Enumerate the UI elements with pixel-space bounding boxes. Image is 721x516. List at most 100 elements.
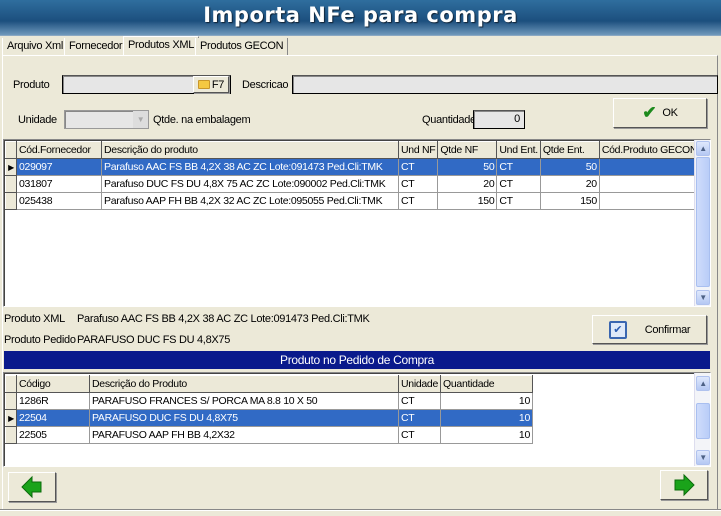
f7-label: F7 [211,78,225,91]
xml-grid-scrollbar[interactable]: ▲ ▼ [694,140,710,306]
descricao-input[interactable] [292,75,718,94]
row-pointer-icon: ▶ [5,409,17,427]
row-pointer-icon: ▶ [5,158,17,176]
table-row[interactable]: ▶ 029097 Parafuso AAC FS BB 4,2X 38 AC ZC… [5,158,701,176]
qtde-embalagem-label: Qtde. na embalagem [153,114,251,126]
scroll-up-icon[interactable]: ▲ [696,141,710,156]
pedido-grid[interactable]: Código Descrição do Produto Unidade Quan… [3,372,711,467]
cell[interactable]: Parafuso DUC FS DU 4,8X 75 AC ZC Lote:09… [101,175,399,193]
cell[interactable]: Parafuso AAC FS BB 4,2X 38 AC ZC Lote:09… [101,158,399,176]
cell[interactable]: CT [397,426,442,444]
table-row[interactable]: 031807 Parafuso DUC FS DU 4,8X 75 AC ZC L… [5,175,701,193]
cell[interactable]: CT [496,192,541,210]
chevron-down-icon: ▼ [133,111,148,128]
green-arrow-left-icon [21,475,42,499]
confirm-clipboard-icon: ✔ [608,320,627,339]
ok-label: OK [662,107,678,119]
descricao-label: Descricao [242,79,289,91]
col-header[interactable]: Und NF [397,141,439,159]
cell[interactable]: CT [397,175,439,193]
cell[interactable]: PARAFUSO DUC FS DU 4,8X75 [89,409,399,427]
cell[interactable] [598,175,701,193]
produto-pedido-label: Produto Pedido [4,334,76,346]
cell[interactable]: 1286R [16,392,90,410]
header-row: Código Descrição do Produto Unidade Quan… [5,375,534,393]
confirmar-label: Confirmar [644,323,691,336]
pedido-grid-scrollbar[interactable]: ▲ ▼ [694,373,710,466]
cell[interactable]: 50 [437,158,498,176]
tab-produtos-xml[interactable]: Produtos XML [123,36,200,56]
col-header[interactable]: Código [16,375,90,393]
cell[interactable]: PARAFUSO AAP FH BB 4,2X32 [89,426,399,444]
confirmar-button[interactable]: ✔ Confirmar [592,315,707,344]
previous-button[interactable] [8,472,56,502]
row-indicator [5,426,17,444]
produto-xml-value: Parafuso AAC FS BB 4,2X 38 AC ZC Lote:09… [77,313,370,325]
produto-label: Produto [13,79,50,91]
cell[interactable]: CT [496,175,541,193]
col-header[interactable]: Und Ent. [496,141,541,159]
indicator-header [5,141,17,159]
cell[interactable]: CT [397,192,439,210]
xml-products-table: Cód.Fornecedor Descrição do produto Und … [5,141,701,210]
cell[interactable]: CT [397,409,442,427]
cell[interactable]: 10 [440,392,534,410]
f7-search-button[interactable]: F7 [193,76,229,93]
cell[interactable]: 150 [539,192,600,210]
tab-produtos-gecon[interactable]: Produtos GECON [195,38,289,55]
window-title: Importa NFe para compra [203,3,518,27]
cell[interactable] [598,192,701,210]
cell[interactable]: 150 [437,192,498,210]
cell[interactable]: 22504 [16,409,90,427]
col-header[interactable]: Qtde Ent. [539,141,600,159]
col-header[interactable]: Quantidade [440,375,534,393]
indicator-header [5,375,17,393]
cell[interactable]: 025438 [16,192,102,210]
produto-pedido-value: PARAFUSO DUC FS DU 4,8X75 [77,334,231,346]
cell[interactable]: CT [397,158,439,176]
cell[interactable]: 031807 [16,175,102,193]
table-row[interactable]: 1286R PARAFUSO FRANCES S/ PORCA MA 8.8 10… [5,392,534,410]
scroll-thumb[interactable] [696,403,710,439]
cell[interactable]: 50 [539,158,600,176]
green-arrow-right-icon [674,473,695,497]
table-row[interactable]: 22505 PARAFUSO AAP FH BB 4,2X32 CT 10 [5,426,534,444]
quantidade-label: Quantidade [422,114,476,126]
cell[interactable]: 029097 [16,158,102,176]
scroll-up-icon[interactable]: ▲ [696,376,710,391]
tab-fornecedor[interactable]: Fornecedor [64,38,128,55]
col-header[interactable]: Qtde NF [437,141,498,159]
scroll-thumb[interactable] [696,157,710,287]
col-header[interactable]: Cód.Produto GECON [598,141,701,159]
col-header[interactable]: Unidade [397,375,442,393]
cell[interactable]: CT [397,392,442,410]
unidade-select[interactable]: ▼ [64,110,149,129]
table-row[interactable]: 025438 Parafuso AAP FH BB 4,2X 32 AC ZC L… [5,192,701,210]
xml-products-grid[interactable]: Cód.Fornecedor Descrição do produto Und … [3,139,711,307]
unidade-label: Unidade [18,114,57,126]
cell[interactable]: PARAFUSO FRANCES S/ PORCA MA 8.8 10 X 50 [89,392,399,410]
cell[interactable]: Parafuso AAP FH BB 4,2X 32 AC ZC Lote:09… [101,192,399,210]
cell[interactable]: 20 [437,175,498,193]
cell[interactable]: 10 [440,409,534,427]
cell[interactable] [598,158,701,176]
header-row: Cód.Fornecedor Descrição do produto Und … [5,141,701,159]
scroll-down-icon[interactable]: ▼ [696,290,710,305]
table-row[interactable]: ▶ 22504 PARAFUSO DUC FS DU 4,8X75 CT 10 [5,409,534,427]
ok-button[interactable]: ✔ OK [613,98,707,128]
quantidade-input[interactable]: 0 [473,110,525,129]
pedido-table: Código Descrição do Produto Unidade Quan… [5,375,534,444]
col-header[interactable]: Descrição do produto [101,141,399,159]
checkmark-icon: ✔ [642,103,657,122]
next-button[interactable] [660,470,708,500]
scroll-down-icon[interactable]: ▼ [696,450,710,465]
col-header[interactable]: Cód.Fornecedor [16,141,102,159]
cell[interactable]: CT [496,158,541,176]
cell[interactable]: 10 [440,426,534,444]
cell[interactable]: 22505 [16,426,90,444]
cell[interactable]: 20 [539,175,600,193]
row-indicator [5,175,17,193]
tab-arquivo-xml[interactable]: Arquivo Xml [2,38,68,55]
row-indicator [5,192,17,210]
col-header[interactable]: Descrição do Produto [89,375,399,393]
